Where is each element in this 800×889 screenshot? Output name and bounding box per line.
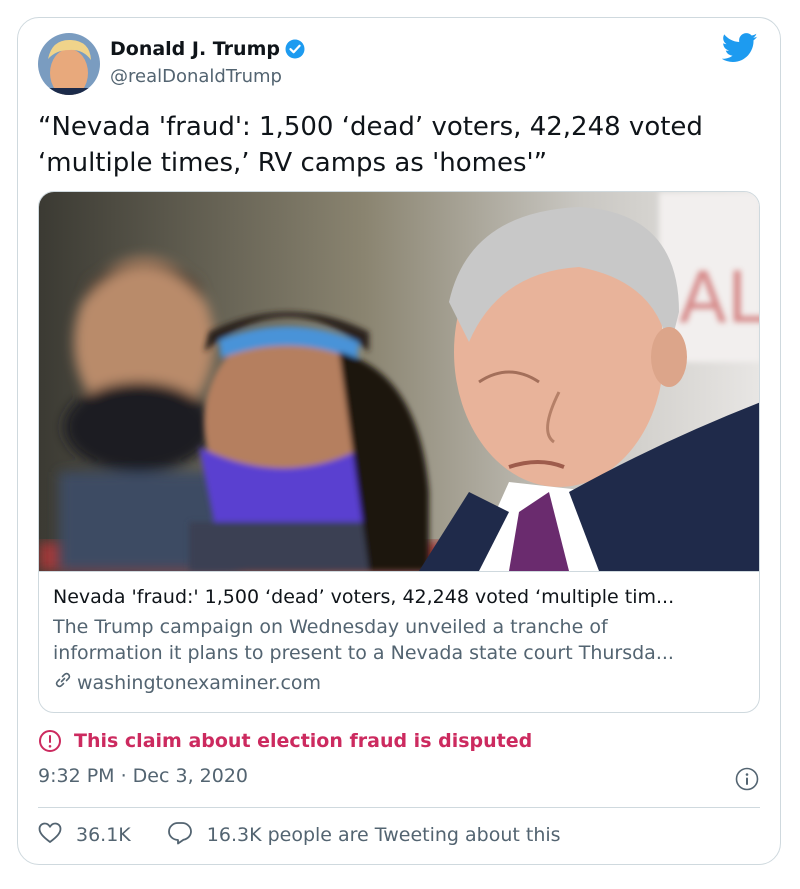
twitter-bird-icon[interactable]	[721, 33, 758, 63]
verified-badge-icon	[285, 39, 305, 59]
link-meta: Nevada 'fraud:' 1,500 ‘dead’ voters, 42,…	[39, 571, 759, 712]
svg-text:AL: AL	[679, 257, 760, 339]
link-icon	[53, 670, 77, 695]
user-handle[interactable]: @realDonaldTrump	[110, 66, 282, 87]
timestamp[interactable]: 9:32 PM · Dec 3, 2020	[38, 765, 248, 787]
link-title[interactable]: Nevada 'fraud:' 1,500 ‘dead’ voters, 42,…	[53, 586, 747, 608]
avatar[interactable]	[38, 33, 100, 95]
tweeting-about-button[interactable]: 16.3K people are Tweeting about this	[167, 821, 561, 850]
link-description-line1: The Trump campaign on Wednesday unveiled…	[53, 616, 608, 638]
alert-icon	[38, 729, 62, 753]
link-card[interactable]: AL Nevada 'fraud:' 1,500 ‘dead’ voters, …	[38, 191, 760, 713]
article-photo: AL	[39, 192, 760, 571]
divider	[38, 807, 760, 808]
info-icon[interactable]	[735, 767, 759, 791]
link-description: The Trump campaign on Wednesday unveiled…	[53, 614, 747, 666]
disputed-label[interactable]: This claim about election fraud is dispu…	[38, 729, 532, 753]
heart-icon	[38, 822, 76, 849]
link-description-line2: information it plans to present to a Nev…	[53, 642, 674, 664]
like-button[interactable]: 36.1K	[38, 822, 131, 849]
display-name[interactable]: Donald J. Trump	[110, 38, 280, 60]
tweeting-about-text: 16.3K people are Tweeting about this	[206, 824, 561, 846]
tweet-actions: 36.1K 16.3K people are Tweeting about th…	[38, 820, 561, 850]
link-domain-text: washingtonexaminer.com	[77, 671, 322, 694]
tweet-text: “Nevada 'fraud': 1,500 ‘dead’ voters, 42…	[38, 112, 703, 178]
reply-icon	[167, 821, 207, 850]
like-count: 36.1K	[76, 824, 131, 846]
link-domain[interactable]: washingtonexaminer.com	[53, 670, 321, 695]
disputed-text: This claim about election fraud is dispu…	[74, 730, 533, 752]
